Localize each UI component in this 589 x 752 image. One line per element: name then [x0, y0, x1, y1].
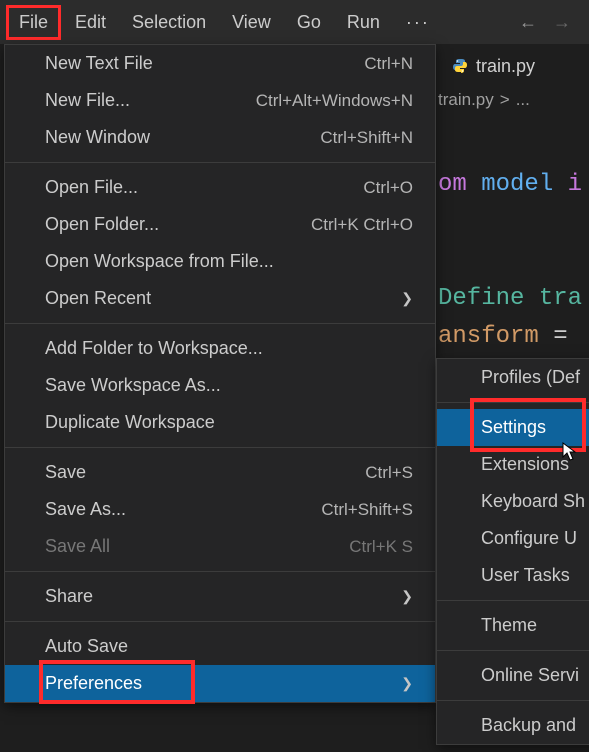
nav-forward-icon[interactable]: → [553, 12, 571, 33]
menu-item-label: Preferences [45, 673, 142, 694]
menu-item-shortcut: Ctrl+K Ctrl+O [311, 215, 413, 235]
menu-item-label: Open File... [45, 177, 138, 198]
menu-edit[interactable]: Edit [63, 5, 118, 40]
submenu-item-extensions[interactable]: Extensions [437, 446, 589, 483]
submenu-item-backup[interactable]: Backup and [437, 707, 589, 744]
code-blankline [438, 247, 452, 274]
menu-item-open-folder[interactable]: Open Folder... Ctrl+K Ctrl+O [5, 206, 435, 243]
submenu-item-online-services[interactable]: Online Servi [437, 657, 589, 694]
menu-separator [5, 162, 435, 163]
code-token: ansform [438, 323, 539, 350]
menu-item-label: Open Recent [45, 288, 151, 309]
menu-item-shortcut: Ctrl+O [363, 178, 413, 198]
submenu-item-configure-user[interactable]: Configure U [437, 520, 589, 557]
menubar: File Edit Selection View Go Run ··· ← → [0, 0, 589, 44]
menu-item-label: Save All [45, 536, 110, 557]
menu-file[interactable]: File [6, 5, 61, 40]
menu-item-label: Duplicate Workspace [45, 412, 215, 433]
menu-separator [437, 600, 589, 601]
menu-item-label: Save Workspace As... [45, 375, 221, 396]
menu-item-auto-save[interactable]: Auto Save [5, 628, 435, 665]
menu-view[interactable]: View [220, 5, 283, 40]
breadcrumb-file: train.py [438, 90, 494, 110]
menu-item-shortcut: Ctrl+K S [349, 537, 413, 557]
chevron-right-icon: ❯ [401, 675, 413, 692]
menu-item-label: Save [45, 462, 86, 483]
menu-item-label: Share [45, 586, 93, 607]
menu-item-label: New Text File [45, 53, 153, 74]
menu-overflow-icon[interactable]: ··· [394, 5, 442, 40]
menu-item-shortcut: Ctrl+N [364, 54, 413, 74]
submenu-item-keyboard-shortcuts[interactable]: Keyboard Sh [437, 483, 589, 520]
tab-bar: train.py [438, 44, 589, 88]
submenu-item-settings[interactable]: Settings [437, 409, 589, 446]
python-icon [452, 58, 468, 74]
menu-item-open-recent[interactable]: Open Recent ❯ [5, 280, 435, 317]
menu-item-label: Save As... [45, 499, 126, 520]
menu-item-label: New File... [45, 90, 130, 111]
menu-go[interactable]: Go [285, 5, 333, 40]
tab-label: train.py [476, 56, 535, 77]
code-blankline [438, 209, 452, 236]
menu-item-label: Open Folder... [45, 214, 159, 235]
nav-arrows: ← → [519, 12, 583, 33]
menu-item-shortcut: Ctrl+S [365, 463, 413, 483]
menu-separator [437, 650, 589, 651]
menu-item-shortcut: Ctrl+Alt+Windows+N [256, 91, 413, 111]
menu-separator [5, 571, 435, 572]
menu-item-label: Open Workspace from File... [45, 251, 274, 272]
preferences-submenu: Profiles (Def Settings Extensions Keyboa… [436, 358, 589, 745]
submenu-item-profiles[interactable]: Profiles (Def [437, 359, 589, 396]
code-token: om [438, 171, 467, 198]
menu-separator [437, 700, 589, 701]
menu-item-save-all: Save All Ctrl+K S [5, 528, 435, 565]
menu-item-open-workspace-file[interactable]: Open Workspace from File... [5, 243, 435, 280]
chevron-right-icon: ❯ [401, 290, 413, 307]
menu-item-save-as[interactable]: Save As... Ctrl+Shift+S [5, 491, 435, 528]
menu-item-shortcut: Ctrl+Shift+N [320, 128, 413, 148]
chevron-right-icon: > [500, 90, 510, 110]
menu-item-label: Auto Save [45, 636, 128, 657]
menu-item-label: New Window [45, 127, 150, 148]
menu-item-duplicate-workspace[interactable]: Duplicate Workspace [5, 404, 435, 441]
menu-item-open-file[interactable]: Open File... Ctrl+O [5, 169, 435, 206]
file-menu-dropdown: New Text File Ctrl+N New File... Ctrl+Al… [4, 44, 436, 703]
breadcrumb[interactable]: train.py > ... [438, 90, 530, 110]
menu-item-preferences[interactable]: Preferences ❯ [5, 665, 435, 702]
code-token: model [467, 171, 568, 198]
menu-item-new-file[interactable]: New File... Ctrl+Alt+Windows+N [5, 82, 435, 119]
menu-separator [5, 621, 435, 622]
breadcrumb-rest: ... [516, 90, 530, 110]
menu-run[interactable]: Run [335, 5, 392, 40]
menu-item-shortcut: Ctrl+Shift+S [321, 500, 413, 520]
menu-item-save[interactable]: Save Ctrl+S [5, 454, 435, 491]
menu-selection[interactable]: Selection [120, 5, 218, 40]
menu-item-new-text-file[interactable]: New Text File Ctrl+N [5, 45, 435, 82]
menu-item-share[interactable]: Share ❯ [5, 578, 435, 615]
submenu-item-user-tasks[interactable]: User Tasks [437, 557, 589, 594]
menu-item-label: Add Folder to Workspace... [45, 338, 263, 359]
tab-train-py[interactable]: train.py [438, 44, 549, 88]
nav-back-icon[interactable]: ← [519, 12, 537, 33]
chevron-right-icon: ❯ [401, 588, 413, 605]
menu-separator [437, 402, 589, 403]
code-token: = [539, 323, 582, 350]
submenu-item-theme[interactable]: Theme [437, 607, 589, 644]
menu-item-new-window[interactable]: New Window Ctrl+Shift+N [5, 119, 435, 156]
menu-item-save-workspace-as[interactable]: Save Workspace As... [5, 367, 435, 404]
menu-item-add-folder-workspace[interactable]: Add Folder to Workspace... [5, 330, 435, 367]
code-area[interactable]: om model i Define tra ansform = transfor [438, 128, 582, 394]
code-token: i [568, 171, 582, 198]
menu-separator [5, 447, 435, 448]
menu-separator [5, 323, 435, 324]
code-comment: Define tra [438, 285, 582, 312]
